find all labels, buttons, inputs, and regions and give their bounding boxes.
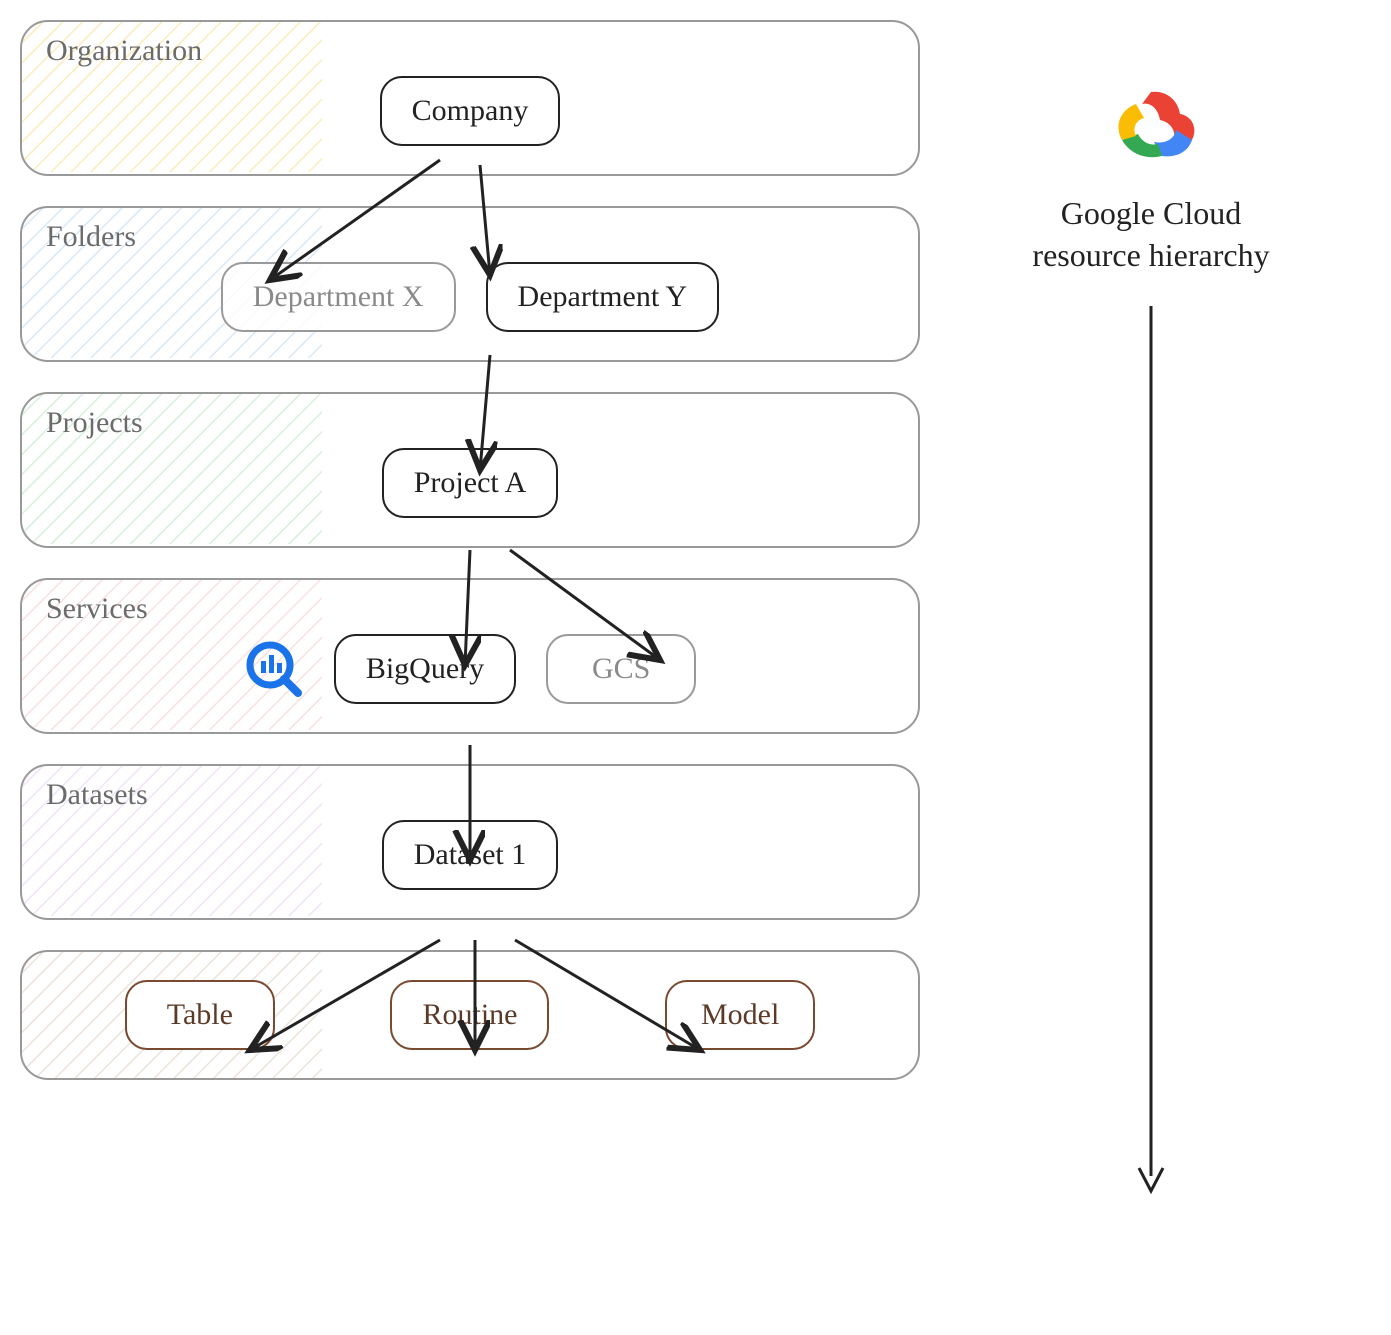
tier-organization: Organization Company — [20, 20, 920, 176]
node-table: Table — [125, 980, 275, 1050]
google-cloud-logo-icon — [1096, 157, 1206, 174]
node-routine: Routine — [390, 980, 549, 1050]
node-model: Model — [665, 980, 815, 1050]
sidebar-title: Google Cloud resource hierarchy — [951, 193, 1351, 276]
node-department-y: Department Y — [486, 262, 720, 332]
tier-label-services: Services — [46, 592, 148, 626]
node-company: Company — [380, 76, 561, 146]
tier-label-projects: Projects — [46, 406, 143, 440]
node-project-a: Project A — [382, 448, 559, 518]
node-gcs: GCS — [546, 634, 696, 704]
node-dataset-1: Dataset 1 — [382, 820, 558, 890]
tier-projects: Projects Project A — [20, 392, 920, 548]
node-department-x: Department X — [221, 262, 456, 332]
node-bigquery: BigQuery — [334, 634, 516, 704]
tier-datasets: Datasets Dataset 1 — [20, 764, 920, 920]
tier-leaf: Table Routine Model — [20, 950, 920, 1080]
bigquery-icon — [244, 639, 304, 699]
tier-services: Services BigQuery GCS — [20, 578, 920, 734]
hierarchy-arrow-icon — [1121, 306, 1181, 1206]
sidebar: Google Cloud resource hierarchy — [951, 80, 1351, 1211]
tier-label-datasets: Datasets — [46, 778, 148, 812]
hierarchy-diagram: Organization Company Folders Department … — [20, 20, 920, 1110]
tier-label-organization: Organization — [46, 34, 202, 68]
tier-label-folders: Folders — [46, 220, 136, 254]
sidebar-title-line1: Google Cloud — [1061, 195, 1241, 231]
tier-folders: Folders Department X Department Y — [20, 206, 920, 362]
sidebar-title-line2: resource hierarchy — [1032, 237, 1269, 273]
